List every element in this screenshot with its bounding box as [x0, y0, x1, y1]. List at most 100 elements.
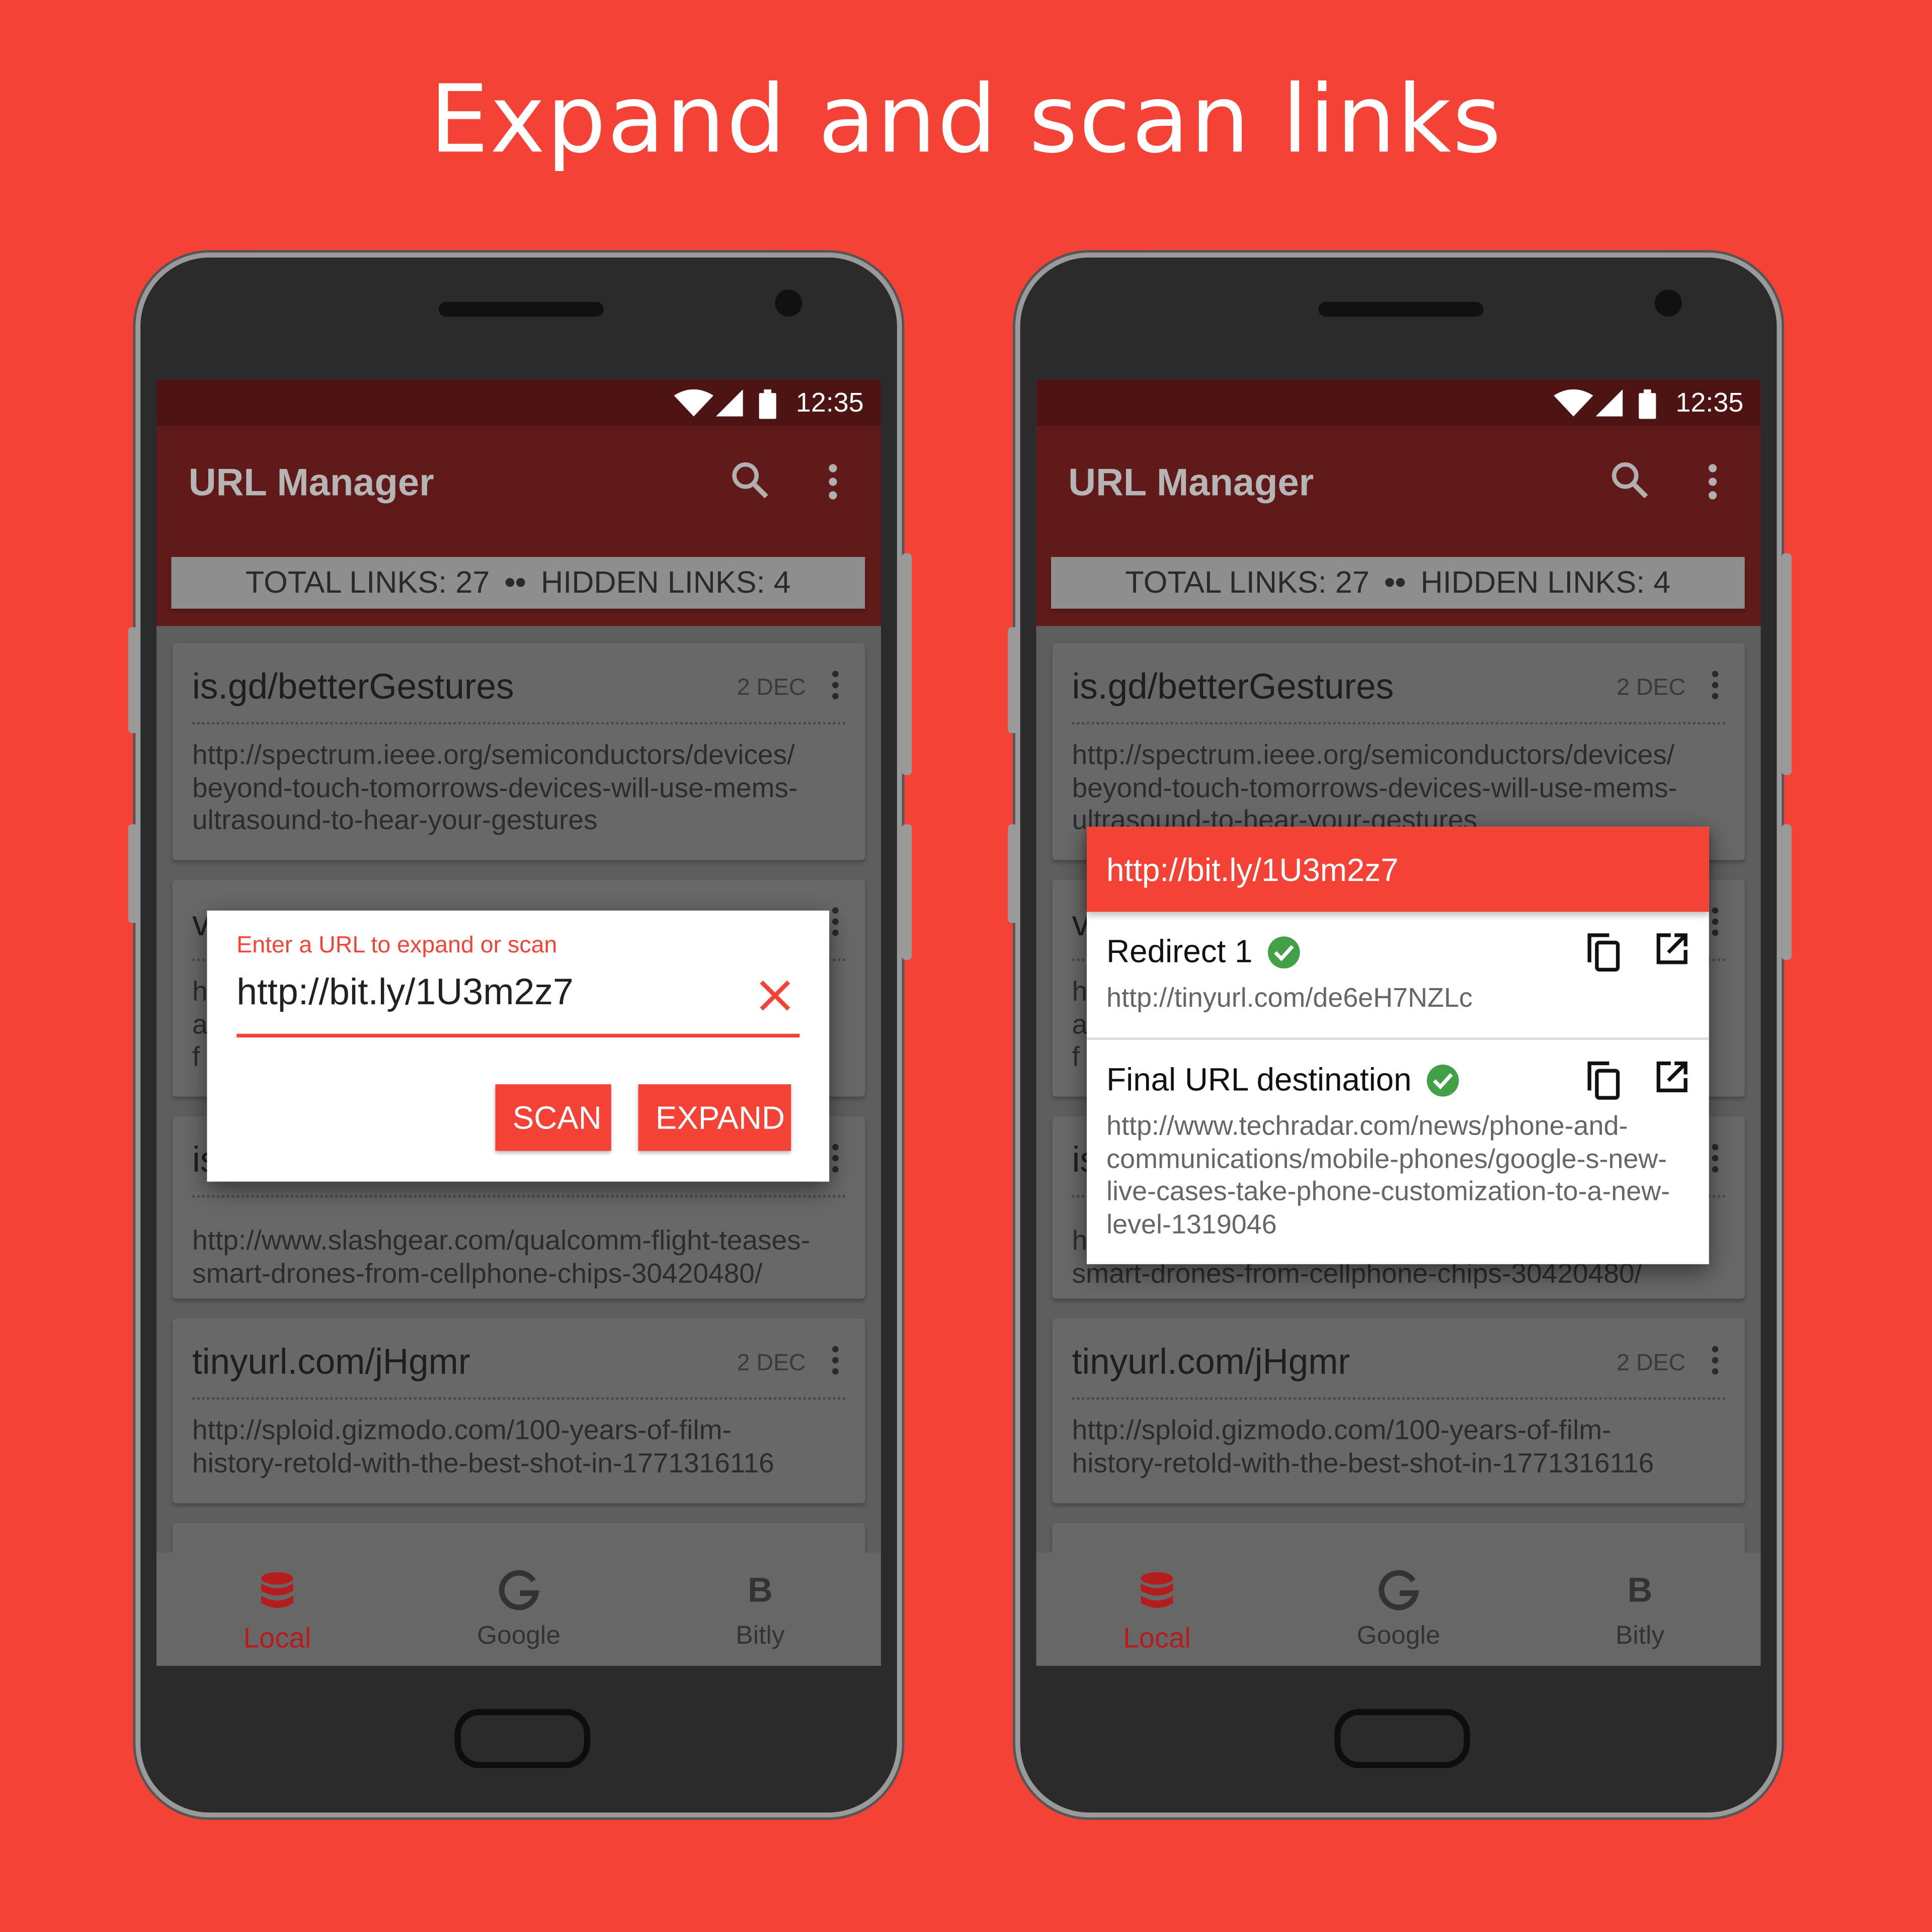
- expanded-url: http://spectrum.ieee.org/semiconductors/…: [192, 739, 848, 837]
- stats-separator: ••: [504, 566, 526, 600]
- redirect-url: http://tinyurl.com/de6eH7NZLc: [1106, 982, 1473, 1013]
- speaker: [1318, 302, 1484, 317]
- home-button[interactable]: [1334, 1709, 1470, 1768]
- final-title: Final URL destination: [1106, 1061, 1412, 1098]
- nav-label: Google: [1356, 1621, 1440, 1650]
- url-line: beyond-touch-tomorrows-devices-will-use-…: [192, 772, 798, 803]
- more-vert-icon[interactable]: [827, 463, 839, 500]
- link-card[interactable]: tinyurl.com/jHgmr 2 DEC http://sploid.gi…: [1052, 1318, 1745, 1503]
- nav-local[interactable]: Local: [156, 1553, 398, 1666]
- nav-google[interactable]: Google: [398, 1553, 639, 1666]
- more-vert-icon[interactable]: [1710, 907, 1720, 936]
- link-card[interactable]: tinyurl.com/jHgmr 2 DEC http://sploid.gi…: [172, 1318, 865, 1503]
- link-date: 2 DEC: [737, 675, 806, 701]
- side-button[interactable]: [1782, 553, 1792, 775]
- check-circle-icon: [1267, 936, 1300, 968]
- status-time: 12:35: [1675, 386, 1744, 418]
- front-camera: [1654, 289, 1682, 317]
- expand-result-popup: http://bit.ly/1U3m2z7 Redirect 1 http://…: [1087, 827, 1709, 1264]
- open-external-icon[interactable]: [1656, 1061, 1688, 1093]
- copy-icon[interactable]: [1587, 933, 1622, 972]
- nav-local[interactable]: Local: [1036, 1553, 1278, 1666]
- stats-separator: ••: [1384, 566, 1406, 600]
- divider: [192, 1195, 846, 1198]
- nav-bitly[interactable]: B Bitly: [639, 1553, 881, 1666]
- more-vert-icon[interactable]: [1707, 463, 1719, 500]
- side-button[interactable]: [1008, 627, 1018, 734]
- divider: [192, 1397, 846, 1400]
- app-bar: URL Manager TOTAL LINKS: 27 •• HIDDEN LINK…: [156, 426, 881, 626]
- link-stats-bar: TOTAL LINKS: 27 •• HIDDEN LINKS: 4: [171, 556, 865, 609]
- url-line: http://sploid.gizmodo.com/100-years-of-f…: [192, 1414, 732, 1445]
- link-date: 2 DEC: [1617, 1350, 1686, 1377]
- expanded-url: http://sploid.gizmodo.com/100-years-of-f…: [192, 1414, 848, 1480]
- database-icon: [261, 1572, 293, 1608]
- link-date: 2 DEC: [1617, 675, 1686, 701]
- url-line: ultrasound-to-hear-your-gestures: [192, 804, 598, 836]
- home-button[interactable]: [454, 1709, 591, 1768]
- app-title: URL Manager: [1068, 460, 1314, 504]
- app-bar: URL Manager TOTAL LINKS: 27 •• HIDDEN LINK…: [1036, 426, 1761, 626]
- link-stats-bar: TOTAL LINKS: 27 •• HIDDEN LINKS: 4: [1051, 556, 1745, 609]
- input-underline: [236, 1033, 800, 1038]
- nav-label: Google: [477, 1621, 560, 1650]
- nav-label: Bitly: [736, 1621, 785, 1650]
- headline: Expand and scan links: [429, 64, 1503, 174]
- google-icon: [1379, 1570, 1419, 1611]
- database-icon: [1141, 1572, 1173, 1608]
- more-vert-icon[interactable]: [831, 1144, 841, 1173]
- status-time: 12:35: [795, 386, 864, 418]
- signal-icon: [1595, 389, 1623, 417]
- search-icon[interactable]: [1611, 461, 1650, 500]
- url-line: http://sploid.gizmodo.com/100-years-of-f…: [1072, 1414, 1612, 1445]
- side-button[interactable]: [1008, 824, 1018, 923]
- more-vert-icon[interactable]: [831, 907, 841, 936]
- expanded-url: http://spectrum.ieee.org/semiconductors/…: [1072, 739, 1728, 837]
- nav-label: Local: [243, 1621, 311, 1654]
- nav-label: Local: [1123, 1621, 1191, 1654]
- side-button[interactable]: [902, 824, 912, 960]
- more-vert-icon[interactable]: [1710, 670, 1720, 700]
- more-vert-icon[interactable]: [831, 1345, 841, 1375]
- redirect-title: Redirect 1: [1106, 932, 1253, 970]
- open-external-icon[interactable]: [1656, 933, 1688, 965]
- scan-button[interactable]: SCAN: [495, 1084, 611, 1151]
- more-vert-icon[interactable]: [831, 670, 841, 700]
- wifi-icon: [674, 389, 713, 417]
- total-links: TOTAL LINKS: 27: [1125, 566, 1370, 600]
- divider: [192, 722, 846, 725]
- clear-icon[interactable]: [759, 980, 791, 1012]
- divider: [1072, 722, 1725, 725]
- side-button[interactable]: [1782, 824, 1792, 960]
- nav-bitly[interactable]: B Bitly: [1519, 1553, 1761, 1666]
- url-field-label: Enter a URL to expand or scan: [236, 932, 557, 959]
- divider: [1072, 1397, 1725, 1400]
- search-icon[interactable]: [731, 461, 770, 500]
- url-input-dialog: Enter a URL to expand or scan SCAN EXPAN…: [207, 910, 830, 1182]
- url-line: http://www.slashgear.com/qualcomm-flight…: [192, 1225, 811, 1256]
- bitly-icon: B: [748, 1571, 773, 1609]
- side-button[interactable]: [128, 824, 138, 923]
- more-vert-icon[interactable]: [1710, 1144, 1720, 1173]
- side-button[interactable]: [128, 627, 138, 734]
- url-line: beyond-touch-tomorrows-devices-will-use-…: [1072, 772, 1678, 803]
- short-url: tinyurl.com/jHgmr: [192, 1343, 470, 1383]
- side-button[interactable]: [902, 553, 912, 775]
- divider: [1087, 1037, 1709, 1040]
- nav-google[interactable]: Google: [1278, 1553, 1519, 1666]
- bottom-navigation: Local Google B Bitly: [1036, 1552, 1761, 1666]
- short-url: is.gd/betterGestures: [192, 668, 514, 707]
- google-icon: [499, 1570, 539, 1611]
- expand-button[interactable]: EXPAND: [638, 1084, 791, 1151]
- url-input[interactable]: [236, 972, 779, 1014]
- battery-icon: [759, 389, 776, 419]
- battery-icon: [1639, 389, 1656, 419]
- nav-label: Bitly: [1615, 1621, 1665, 1650]
- link-card[interactable]: is.gd/betterGestures 2 DEC http://spectr…: [172, 643, 865, 860]
- status-bar: 12:35: [1036, 379, 1761, 427]
- signal-icon: [715, 389, 743, 417]
- more-vert-icon[interactable]: [1710, 1345, 1720, 1375]
- copy-icon[interactable]: [1587, 1061, 1622, 1100]
- url-line: history-retold-with-the-best-shot-in-177…: [1072, 1447, 1654, 1478]
- url-line: history-retold-with-the-best-shot-in-177…: [192, 1447, 774, 1478]
